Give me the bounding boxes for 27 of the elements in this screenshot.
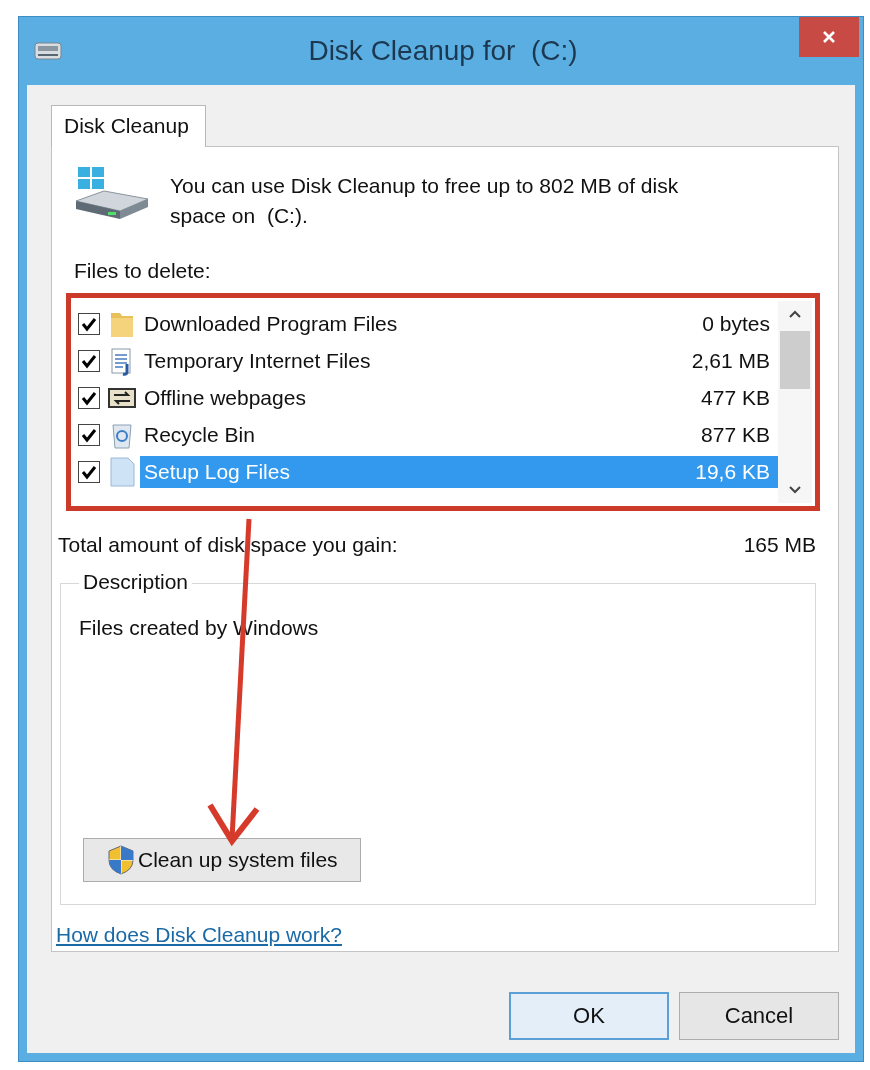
file-list-item[interactable]: Downloaded Program Files 0 bytes	[140, 307, 778, 340]
file-list-item[interactable]: Offline webpages 477 KB	[140, 381, 778, 414]
file-list-item[interactable]: Temporary Internet Files 2,61 MB	[140, 344, 778, 377]
checkbox[interactable]	[78, 460, 100, 483]
file-list-item[interactable]: Recycle Bin 877 KB	[140, 418, 778, 451]
checkbox[interactable]	[78, 386, 100, 409]
dialog-button[interactable]: Cancel	[679, 992, 839, 1040]
shield-icon	[106, 844, 136, 876]
checkbox[interactable]	[78, 312, 100, 335]
checkbox[interactable]	[78, 349, 100, 372]
close-icon	[821, 29, 837, 45]
total-value: 165 MB	[743, 533, 816, 557]
checkbox[interactable]	[78, 423, 100, 446]
help-link[interactable]: How does Disk Cleanup work?	[56, 923, 342, 947]
close-button[interactable]	[799, 17, 859, 57]
window-title: Disk Cleanup for (C:)	[307, 35, 579, 67]
intro-text: You can use Disk Cleanup to free up to 802 MB of disk space on (C:).	[170, 173, 680, 229]
scroll-down-icon[interactable]	[788, 485, 802, 495]
total-label: Total amount of disk space you gain:	[58, 533, 398, 557]
file-icon	[108, 456, 136, 487]
dialog-button[interactable]: OK	[509, 992, 669, 1040]
scroll-thumb[interactable]	[780, 331, 810, 389]
scroll-up-icon[interactable]	[788, 309, 802, 319]
scrollbar[interactable]	[778, 301, 812, 503]
files-label: Files to delete:	[74, 259, 212, 283]
clean-system-files-button[interactable]: Clean up system files	[83, 838, 361, 882]
tab[interactable]: Disk Cleanup	[51, 105, 206, 147]
